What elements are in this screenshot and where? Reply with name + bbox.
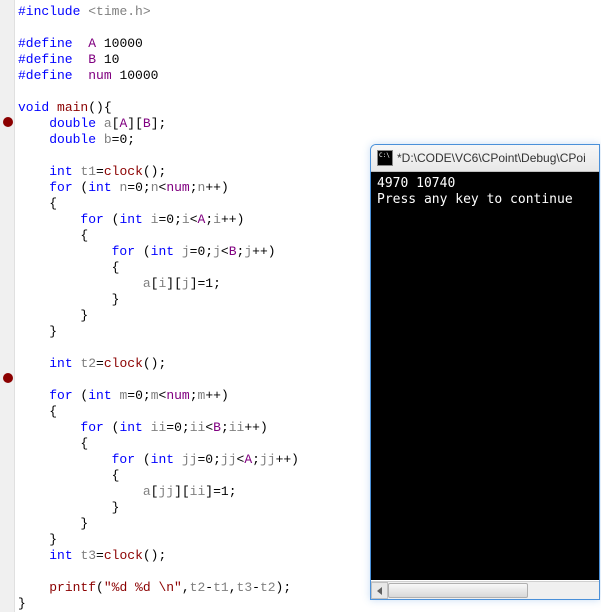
console-title: *D:\CODE\VC6\CPoint\Debug\CPoi [397,151,586,165]
console-icon [377,150,393,166]
scroll-left-icon[interactable] [371,582,388,599]
console-titlebar[interactable]: *D:\CODE\VC6\CPoint\Debug\CPoi [371,145,599,172]
horizontal-scrollbar[interactable] [371,581,599,599]
console-window[interactable]: *D:\CODE\VC6\CPoint\Debug\CPoi 4970 1074… [370,144,600,600]
scrollbar-thumb[interactable] [388,583,528,598]
console-output: 4970 10740 Press any key to continue [371,172,599,580]
